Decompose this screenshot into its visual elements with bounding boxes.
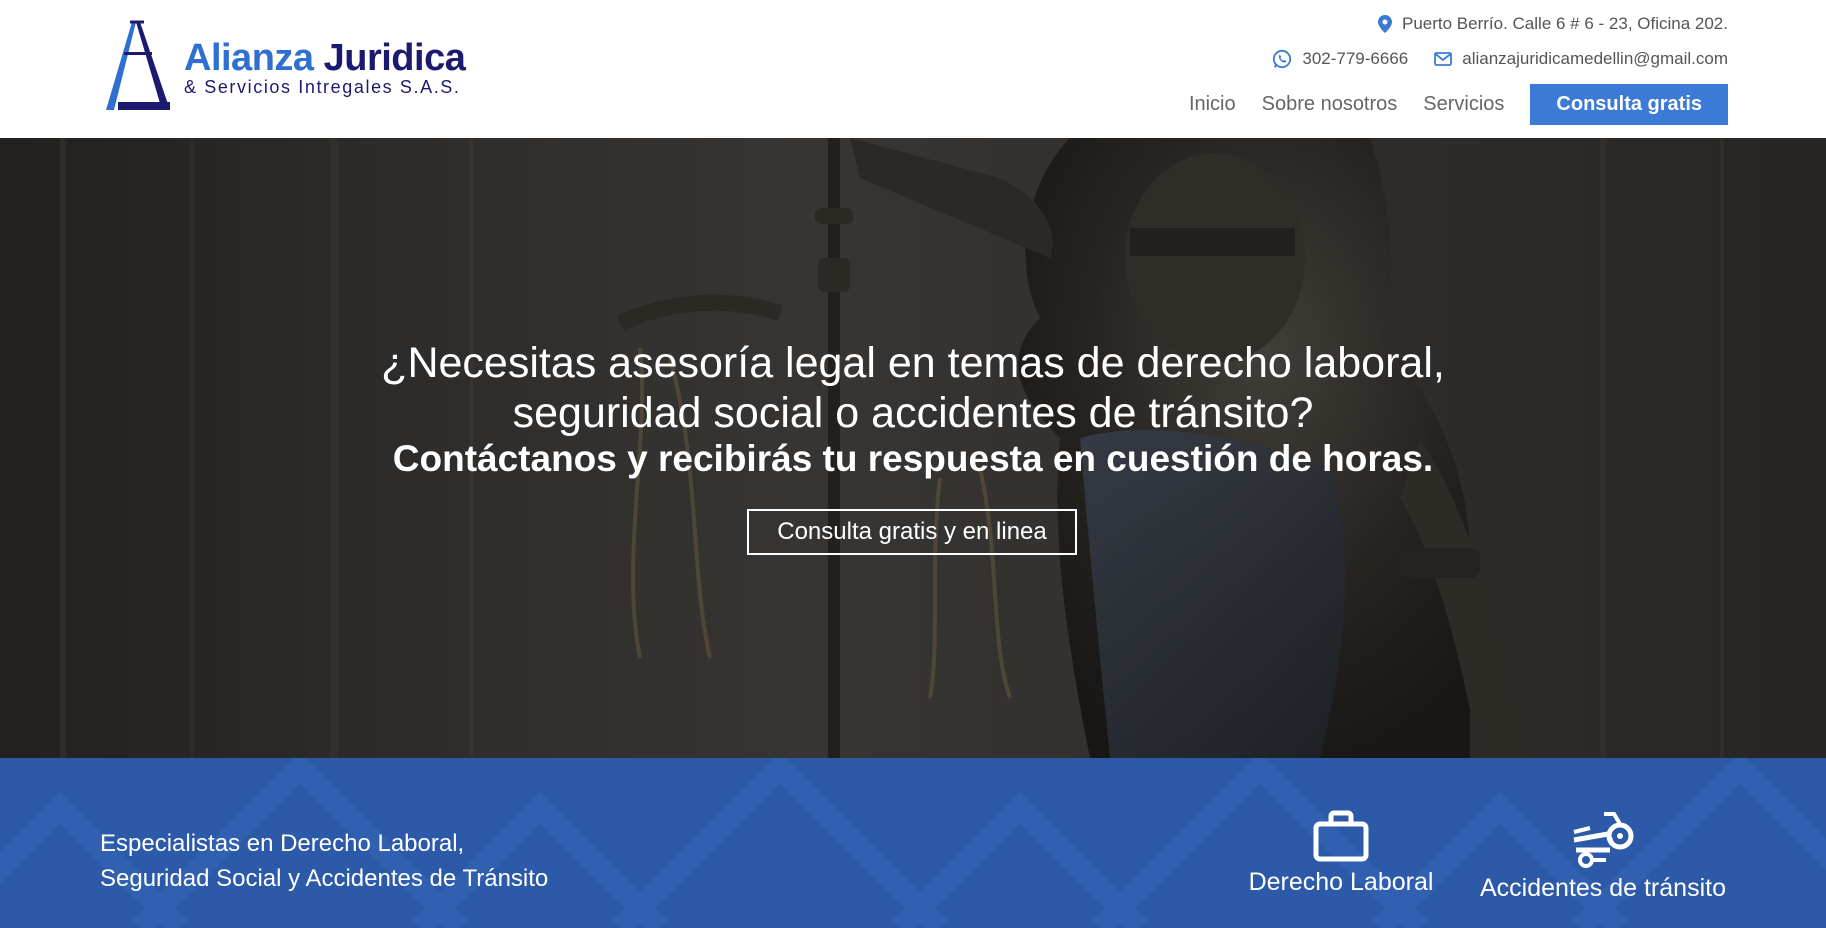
nav-item-sobre-nosotros[interactable]: Sobre nosotros: [1262, 93, 1398, 116]
specialties-line2: Seguridad Social y Accidentes de Tránsit…: [100, 865, 549, 892]
logo-title: Alianza Juridica: [184, 37, 466, 79]
hero-subtitle: Contáctanos y recibirás tu respuesta en …: [392, 438, 1434, 479]
mail-icon: [1434, 52, 1453, 66]
phone-email-row: 302-779-6666 alianzajuridicamedellin@gma…: [1272, 49, 1728, 69]
triangle-logo-icon: [106, 20, 170, 110]
address-row: Puerto Berrío. Calle 6 # 6 - 23, Oficina…: [1377, 14, 1728, 34]
main-nav: Inicio Sobre nosotros Servicios Consulta…: [1189, 84, 1728, 125]
whatsapp-icon: [1272, 49, 1292, 69]
hero-content: ¿Necesitas asesoría legal en temas de de…: [0, 138, 1826, 758]
nav-item-servicios[interactable]: Servicios: [1423, 93, 1504, 116]
logo-name-part1: Alianza: [184, 37, 314, 79]
address-text: Puerto Berrío. Calle 6 # 6 - 23, Oficina…: [1401, 14, 1728, 33]
consulta-gratis-en-linea-button[interactable]: Consulta gratis y en linea: [747, 509, 1077, 555]
motorcycle-accident-icon: [1573, 812, 1634, 868]
hero-section: ¿Necesitas asesoría legal en temas de de…: [0, 138, 1826, 758]
logo-subtitle: & Servicios Intregales S.A.S.: [184, 77, 461, 97]
specialties-band: Especialistas en Derecho Laboral, Seguri…: [0, 758, 1826, 928]
phone-text[interactable]: 302-779-6666: [1302, 49, 1408, 69]
service-label: Accidentes de tránsito: [1480, 874, 1726, 902]
service-derecho-laboral[interactable]: Derecho Laboral: [1246, 810, 1436, 897]
briefcase-icon: [1313, 810, 1369, 862]
service-accidentes-transito[interactable]: Accidentes de tránsito: [1478, 810, 1728, 903]
service-label: Derecho Laboral: [1248, 868, 1434, 896]
hero-headline: ¿Necesitas asesoría legal en temas de de…: [313, 338, 1513, 438]
email-text[interactable]: alianzajuridicamedellin@gmail.com: [1462, 49, 1728, 69]
hero-headline-line1: ¿Necesitas asesoría legal en temas de de…: [381, 339, 1445, 387]
specialties-text: Especialistas en Derecho Laboral, Seguri…: [100, 826, 548, 896]
specialties-line1: Especialistas en Derecho Laboral,: [100, 830, 465, 857]
consulta-gratis-button[interactable]: Consulta gratis: [1530, 84, 1728, 125]
nav-item-inicio[interactable]: Inicio: [1189, 93, 1236, 116]
logo-name-part2: Juridica: [323, 37, 466, 79]
hero-headline-line2: seguridad social o accidentes de tránsit…: [512, 389, 1314, 437]
site-header: Alianza Juridica & Servicios Intregales …: [0, 0, 1826, 138]
logo-text: Alianza Juridica & Servicios Intregales …: [184, 37, 466, 97]
map-pin-icon: [1377, 15, 1392, 33]
site-logo[interactable]: Alianza Juridica & Servicios Intregales …: [100, 18, 466, 114]
